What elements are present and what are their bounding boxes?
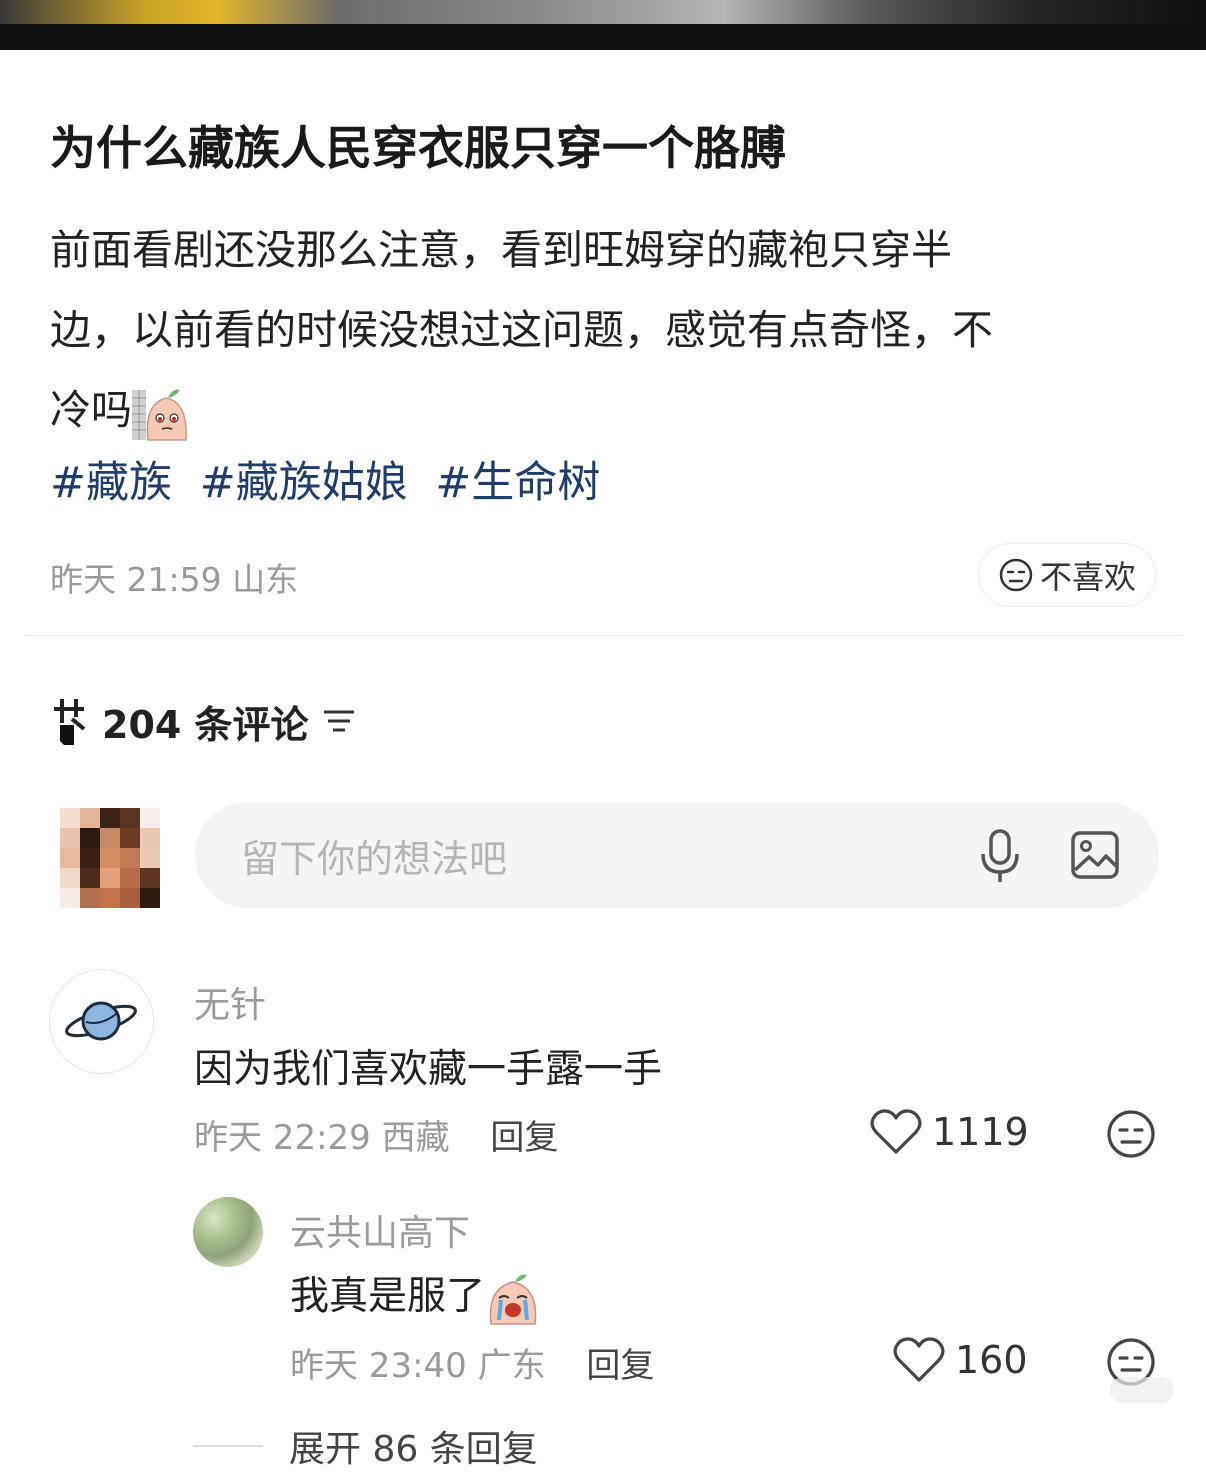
comment-text: 因为我们喜欢藏一手露一手 — [194, 1047, 663, 1092]
comment-input-placeholder: 留下你的想法吧 — [241, 836, 508, 881]
reply-text-content: 我真是服了 — [290, 1274, 486, 1319]
like-button[interactable]: 1119 — [870, 1108, 1029, 1156]
like-count: 1119 — [932, 1110, 1029, 1154]
reply-time: 昨天 23:40 — [290, 1346, 467, 1386]
comment-time: 昨天 22:29 — [194, 1118, 371, 1158]
post-location: 山东 — [232, 560, 299, 599]
post-body-line: 冷吗 — [50, 370, 1160, 450]
expand-divider-line — [193, 1445, 263, 1447]
comment-author[interactable]: 无针 — [194, 976, 266, 1028]
sort-icon[interactable] — [321, 706, 357, 736]
expand-replies-label: 展开 86 条回复 — [289, 1429, 538, 1470]
post-body-line: 边，以前看的时候没想过这问题，感觉有点奇怪，不 — [50, 306, 993, 354]
post-image-crop[interactable] — [0, 0, 1206, 50]
comment-count-icon — [54, 699, 86, 745]
dislike-label: 不喜欢 — [1039, 558, 1136, 596]
reply-location: 广东 — [477, 1346, 546, 1386]
like-count: 160 — [955, 1338, 1028, 1382]
post-body-line: 前面看剧还没那么注意，看到旺姆穿的藏袍只穿半 — [50, 226, 952, 274]
comments-header: 204 条评论 — [50, 695, 357, 747]
avatar[interactable] — [193, 1197, 263, 1267]
reply-button[interactable]: 回复 — [586, 1346, 654, 1386]
neutral-face-icon[interactable] — [1105, 1108, 1157, 1160]
tag-link[interactable]: #藏族姑娘 — [200, 458, 408, 508]
post-title: 为什么藏族人民穿衣服只穿一个胳膊 — [50, 121, 786, 175]
reply-meta: 昨天 23:40 广东 回复 — [290, 1338, 654, 1387]
reply-button[interactable]: 回复 — [490, 1118, 558, 1158]
divider — [25, 635, 1182, 636]
mic-icon[interactable] — [978, 828, 1022, 884]
comment-count: 204 条评论 — [102, 702, 309, 747]
reply-author[interactable]: 云共山高下 — [290, 1204, 470, 1256]
post-body: 前面看剧还没那么注意，看到旺姆穿的藏袍只穿半 边，以前看的时候没想过这问题，感觉… — [50, 210, 1160, 450]
planet-icon — [65, 1001, 137, 1041]
tag-link[interactable]: #藏族 — [50, 458, 172, 508]
heart-icon — [870, 1109, 922, 1154]
post-meta: 昨天 21:59 山东 — [50, 553, 298, 601]
post-tags: #藏族 #藏族姑娘 #生命树 — [50, 448, 614, 510]
watermark — [1110, 1377, 1174, 1403]
like-button[interactable]: 160 — [893, 1336, 1028, 1384]
expand-replies-button[interactable]: 展开 86 条回复 — [193, 1420, 538, 1472]
neutral-face-icon — [999, 558, 1033, 592]
post-time: 昨天 21:59 — [50, 560, 222, 599]
avatar[interactable] — [49, 969, 154, 1074]
reply-text: 我真是服了 — [290, 1265, 541, 1326]
heart-icon — [893, 1337, 945, 1382]
comment-meta: 昨天 22:29 西藏 回复 — [194, 1110, 558, 1159]
image-icon[interactable] — [1070, 830, 1120, 880]
avatar[interactable] — [60, 808, 160, 908]
post-body-text: 冷吗 — [50, 386, 132, 434]
comment-location: 西藏 — [381, 1118, 450, 1158]
tag-link[interactable]: #生命树 — [435, 458, 600, 508]
sticker-peach-wall-icon — [132, 389, 187, 441]
dislike-button[interactable]: 不喜欢 — [978, 543, 1156, 607]
crying-peach-sticker-icon — [489, 1274, 537, 1325]
